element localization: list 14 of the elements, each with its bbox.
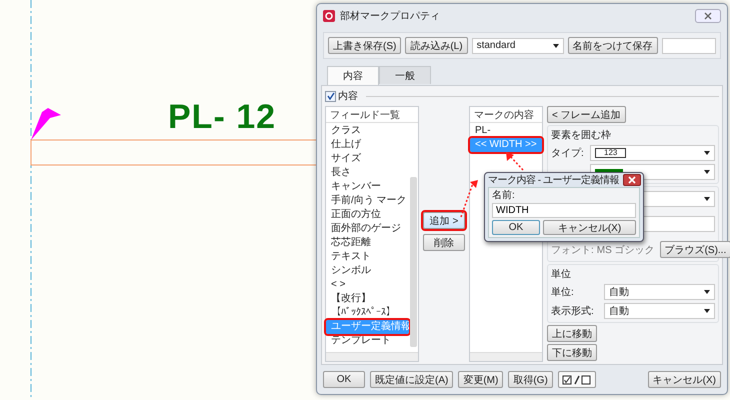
font-name: MS ゴシック xyxy=(596,244,655,256)
group-title: 要素を囲む枠 xyxy=(551,128,612,142)
name-label: 名前: xyxy=(492,190,516,201)
unit-label: 単位: xyxy=(551,286,575,299)
popup-title: マーク内容 - ユーザー定義情報 xyxy=(488,174,619,187)
list-header: マークの内容 xyxy=(470,107,542,123)
font-label: フォント: xyxy=(551,244,594,256)
type-label: タイプ: xyxy=(551,146,585,160)
unit-label: 表示形式: xyxy=(551,304,595,318)
list-header: フィールド一覧 xyxy=(326,107,418,123)
mark-label: PL- 12 xyxy=(168,98,276,137)
checkbox-label: 内容 xyxy=(338,90,358,103)
window-title: 部材マークプロパティ xyxy=(340,10,440,23)
group-title: 単位 xyxy=(551,268,572,281)
